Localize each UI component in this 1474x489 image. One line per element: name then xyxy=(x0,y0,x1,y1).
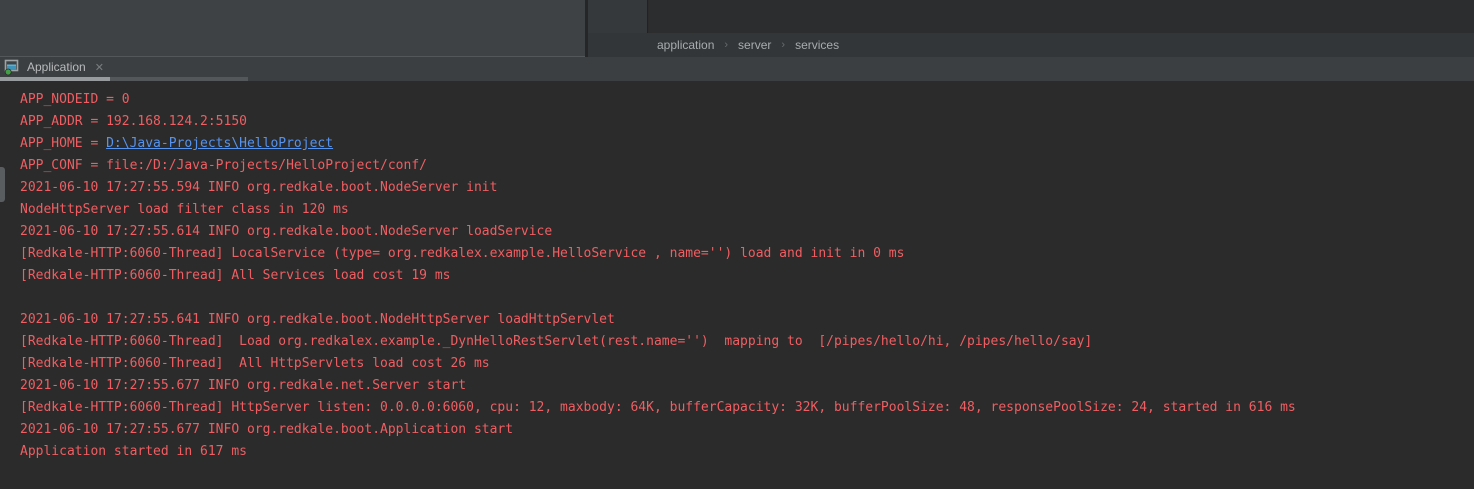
console-line: APP_NODEID = 0 xyxy=(20,89,1474,111)
console-left-scroll-handle[interactable] xyxy=(0,167,5,202)
editor-top-row: application › server › services xyxy=(0,0,1474,57)
console-line: APP_ADDR = 192.168.124.2:5150 xyxy=(20,111,1474,133)
console-line-prefix: APP_HOME = xyxy=(20,136,106,151)
breadcrumb-item-application[interactable]: application xyxy=(657,38,714,52)
console-line: NodeHttpServer load filter class in 120 … xyxy=(20,199,1474,221)
console-line: 2021-06-10 17:27:55.677 INFO org.redkale… xyxy=(20,375,1474,397)
console-line: [Redkale-HTTP:6060-Thread] All Services … xyxy=(20,265,1474,287)
console-line: [Redkale-HTTP:6060-Thread] Load org.redk… xyxy=(20,331,1474,353)
console-line: 2021-06-10 17:27:55.594 INFO org.redkale… xyxy=(20,177,1474,199)
console-line: 2021-06-10 17:27:55.677 INFO org.redkale… xyxy=(20,419,1474,441)
run-toolwindow-tab-bar: Application ✕ xyxy=(0,57,1474,81)
console-line: Application started in 617 ms xyxy=(20,441,1474,463)
editor-left-panel xyxy=(0,0,585,57)
tab-application-label: Application xyxy=(27,60,86,74)
console-line xyxy=(20,287,1474,309)
console-line: [Redkale-HTTP:6060-Thread] LocalService … xyxy=(20,243,1474,265)
console-line: APP_CONF = file:/D:/Java-Projects/HelloP… xyxy=(20,155,1474,177)
editor-strip xyxy=(588,0,648,33)
run-console-icon xyxy=(4,59,21,76)
tab-application[interactable]: Application ✕ xyxy=(0,57,104,77)
close-icon[interactable]: ✕ xyxy=(95,61,104,74)
console-line: 2021-06-10 17:27:55.614 INFO org.redkale… xyxy=(20,221,1474,243)
console-line: 2021-06-10 17:27:55.641 INFO org.redkale… xyxy=(20,309,1474,331)
breadcrumb-separator-icon: › xyxy=(724,39,728,51)
console-output[interactable]: APP_NODEID = 0APP_ADDR = 192.168.124.2:5… xyxy=(0,81,1474,489)
breadcrumb-item-services[interactable]: services xyxy=(795,38,839,52)
breadcrumb-separator-icon: › xyxy=(781,39,785,51)
console-line: [Redkale-HTTP:6060-Thread] All HttpServl… xyxy=(20,353,1474,375)
file-path-link[interactable]: D:\Java-Projects\HelloProject xyxy=(106,136,333,151)
breadcrumb: application › server › services xyxy=(588,33,1474,57)
breadcrumb-item-server[interactable]: server xyxy=(738,38,771,52)
console-line: APP_HOME = D:\Java-Projects\HelloProject xyxy=(20,133,1474,155)
editor-strip-right xyxy=(649,0,1474,33)
console-line: [Redkale-HTTP:6060-Thread] HttpServer li… xyxy=(20,397,1474,419)
